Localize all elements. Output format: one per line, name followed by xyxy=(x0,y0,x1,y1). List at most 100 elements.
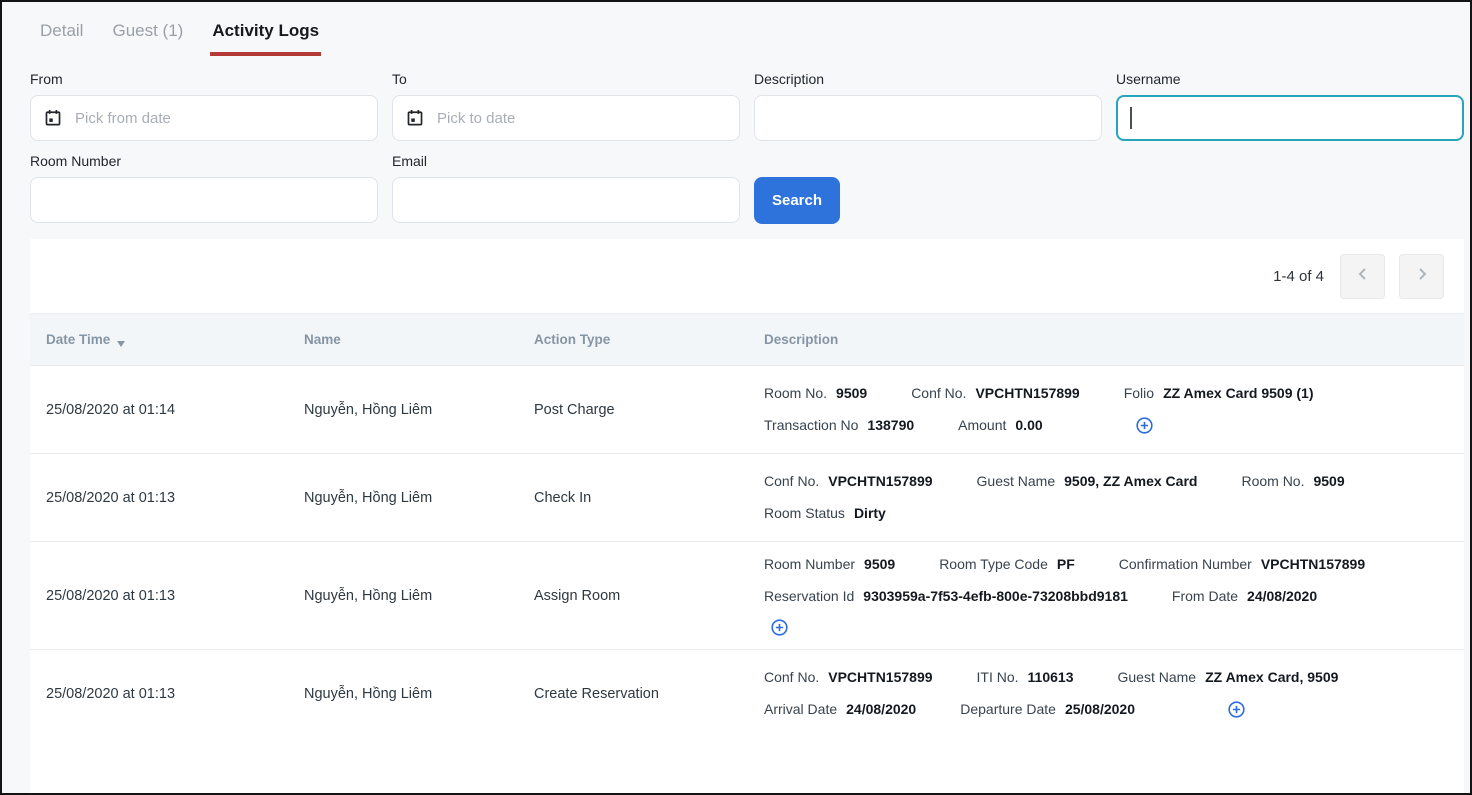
table-row: 25/08/2020 at 01:13Nguyễn, Hồng LiêmChec… xyxy=(30,453,1464,541)
username-label: Username xyxy=(1116,70,1464,88)
room-number-label: Room Number xyxy=(30,152,378,170)
room-number-input[interactable] xyxy=(30,177,378,223)
next-page-button[interactable] xyxy=(1399,254,1444,299)
desc-label: Transaction No xyxy=(764,415,858,436)
description-pair: Conf No. VPCHTN157899 xyxy=(911,383,1080,404)
description-line: Room Number9509Room Type CodePFConfirmat… xyxy=(764,554,1464,575)
table-row: 25/08/2020 at 01:13Nguyễn, Hồng LiêmAssi… xyxy=(30,541,1464,649)
description-pair: Amount 0.00 xyxy=(958,415,1043,436)
desc-label: ITI No. xyxy=(977,667,1019,688)
desc-value: VPCHTN157899 xyxy=(975,383,1079,404)
desc-label: Room Type Code xyxy=(939,554,1048,575)
cell-description: Conf No. VPCHTN157899 ITI No. 110613 Guest N… xyxy=(764,667,1464,720)
description-label: Description xyxy=(754,70,1102,88)
description-pair: Room Type CodePF xyxy=(939,554,1075,575)
table-body: 25/08/2020 at 01:14Nguyễn, Hồng LiêmPost… xyxy=(30,365,1464,793)
table-header-row: Date TimeNameAction TypeDescription xyxy=(30,313,1464,365)
desc-label: Amount xyxy=(958,415,1006,436)
desc-label: Room No. xyxy=(764,383,827,404)
description-line: Arrival Date24/08/2020Departure Date25/0… xyxy=(764,699,1464,720)
search-button[interactable]: Search xyxy=(754,177,840,224)
description-pair: Departure Date 25/08/2020 xyxy=(960,699,1135,720)
cell-action-type: Create Reservation xyxy=(534,686,764,702)
cell-date-time: 25/08/2020 at 01:13 xyxy=(46,686,304,702)
from-date-input[interactable] xyxy=(30,95,378,141)
cell-description: Conf No.VPCHTN157899 Guest Name 9509, ZZ A… xyxy=(764,471,1464,524)
filters-panel: From To xyxy=(30,70,1464,224)
description-pair: Conf No. VPCHTN157899 xyxy=(764,667,933,688)
column-header-label: Description xyxy=(764,332,838,347)
desc-value: 25/08/2020 xyxy=(1065,699,1135,720)
column-header-label: Date Time xyxy=(46,332,110,347)
desc-label: Room Number xyxy=(764,554,855,575)
description-pair: Guest Name ZZ Amex Card, 9509 xyxy=(1118,667,1339,688)
expand-icon[interactable] xyxy=(770,618,789,637)
description-pair: Room No.9509 xyxy=(764,383,867,404)
username-field: Username xyxy=(1116,70,1464,141)
desc-value: VPCHTN157899 xyxy=(828,667,932,688)
description-pair: ITI No. 110613 xyxy=(977,667,1074,688)
description-pair: Folio ZZ Amex Card 9509 (1) xyxy=(1124,383,1314,404)
cell-name: Nguyễn, Hồng Liêm xyxy=(304,402,534,418)
desc-label: Reservation Id xyxy=(764,586,854,607)
description-line: Transaction No138790Amount0.00 xyxy=(764,415,1464,436)
column-header-name: Name xyxy=(304,332,534,347)
prev-page-button[interactable] xyxy=(1340,254,1385,299)
description-line: Room No.9509 Conf No. VPCHTN157899 Folio ZZ … xyxy=(764,383,1464,404)
description-pair: Room No. 9509 xyxy=(1241,471,1344,492)
cell-date-time: 25/08/2020 at 01:14 xyxy=(46,402,304,418)
desc-label: Conf No. xyxy=(911,383,966,404)
description-input[interactable] xyxy=(754,95,1102,141)
description-pair: Room StatusDirty xyxy=(764,503,886,524)
sort-descending-icon xyxy=(117,341,125,347)
email-input[interactable] xyxy=(392,177,740,223)
desc-value: 9303959a-7f53-4efb-800e-73208bbd9181 xyxy=(863,586,1128,607)
to-label: To xyxy=(392,70,740,88)
desc-value: 24/08/2020 xyxy=(846,699,916,720)
desc-label: Folio xyxy=(1124,383,1154,404)
desc-value: 110613 xyxy=(1028,667,1074,688)
to-date-field: To xyxy=(392,70,740,141)
cell-action-type: Post Charge xyxy=(534,402,764,418)
desc-label: Guest Name xyxy=(977,471,1056,492)
cell-name: Nguyễn, Hồng Liêm xyxy=(304,588,534,604)
description-line: Conf No. VPCHTN157899 ITI No. 110613 Guest N… xyxy=(764,667,1464,688)
calendar-icon[interactable] xyxy=(406,109,424,132)
description-pair: Conf No.VPCHTN157899 xyxy=(764,471,933,492)
column-header-label: Name xyxy=(304,332,341,347)
calendar-icon[interactable] xyxy=(44,109,62,132)
desc-value: 24/08/2020 xyxy=(1247,586,1317,607)
desc-value: ZZ Amex Card, 9509 xyxy=(1205,667,1338,688)
desc-label: Departure Date xyxy=(960,699,1056,720)
desc-value: 9509, ZZ Amex Card xyxy=(1064,471,1197,492)
description-pair: Room Number9509 xyxy=(764,554,895,575)
tab-detail[interactable]: Detail xyxy=(38,12,85,56)
desc-value: 0.00 xyxy=(1015,415,1042,436)
tab-guest-1[interactable]: Guest (1) xyxy=(110,12,185,56)
username-input[interactable] xyxy=(1116,95,1464,141)
description-line: Room StatusDirty xyxy=(764,503,1464,524)
search-field: Search xyxy=(754,152,1102,224)
expand-icon[interactable] xyxy=(1227,700,1246,719)
column-header-description: Description xyxy=(764,332,1464,347)
cell-date-time: 25/08/2020 at 01:13 xyxy=(46,588,304,604)
expand-icon[interactable] xyxy=(1135,416,1154,435)
desc-label: Guest Name xyxy=(1118,667,1197,688)
column-header-date-time[interactable]: Date Time xyxy=(46,332,304,347)
desc-label: Conf No. xyxy=(764,667,819,688)
cell-description: Room Number9509Room Type CodePFConfirmat… xyxy=(764,554,1464,637)
activity-logs-page: Detail Guest (1) Activity Logs From To xyxy=(0,0,1472,795)
tab-activity-logs[interactable]: Activity Logs xyxy=(210,12,321,56)
description-line xyxy=(764,618,1464,637)
desc-value: ZZ Amex Card 9509 (1) xyxy=(1163,383,1313,404)
table-row: 25/08/2020 at 01:13Nguyễn, Hồng LiêmCrea… xyxy=(30,649,1464,737)
pagination-range: 1-4 of 4 xyxy=(1273,268,1324,285)
from-label: From xyxy=(30,70,378,88)
desc-value: 9509 xyxy=(1313,471,1344,492)
to-date-input[interactable] xyxy=(392,95,740,141)
desc-label: Conf No. xyxy=(764,471,819,492)
pagination: 1-4 of 4 xyxy=(30,239,1464,313)
desc-label: Room No. xyxy=(1241,471,1304,492)
cell-action-type: Check In xyxy=(534,490,764,506)
from-date-field: From xyxy=(30,70,378,141)
